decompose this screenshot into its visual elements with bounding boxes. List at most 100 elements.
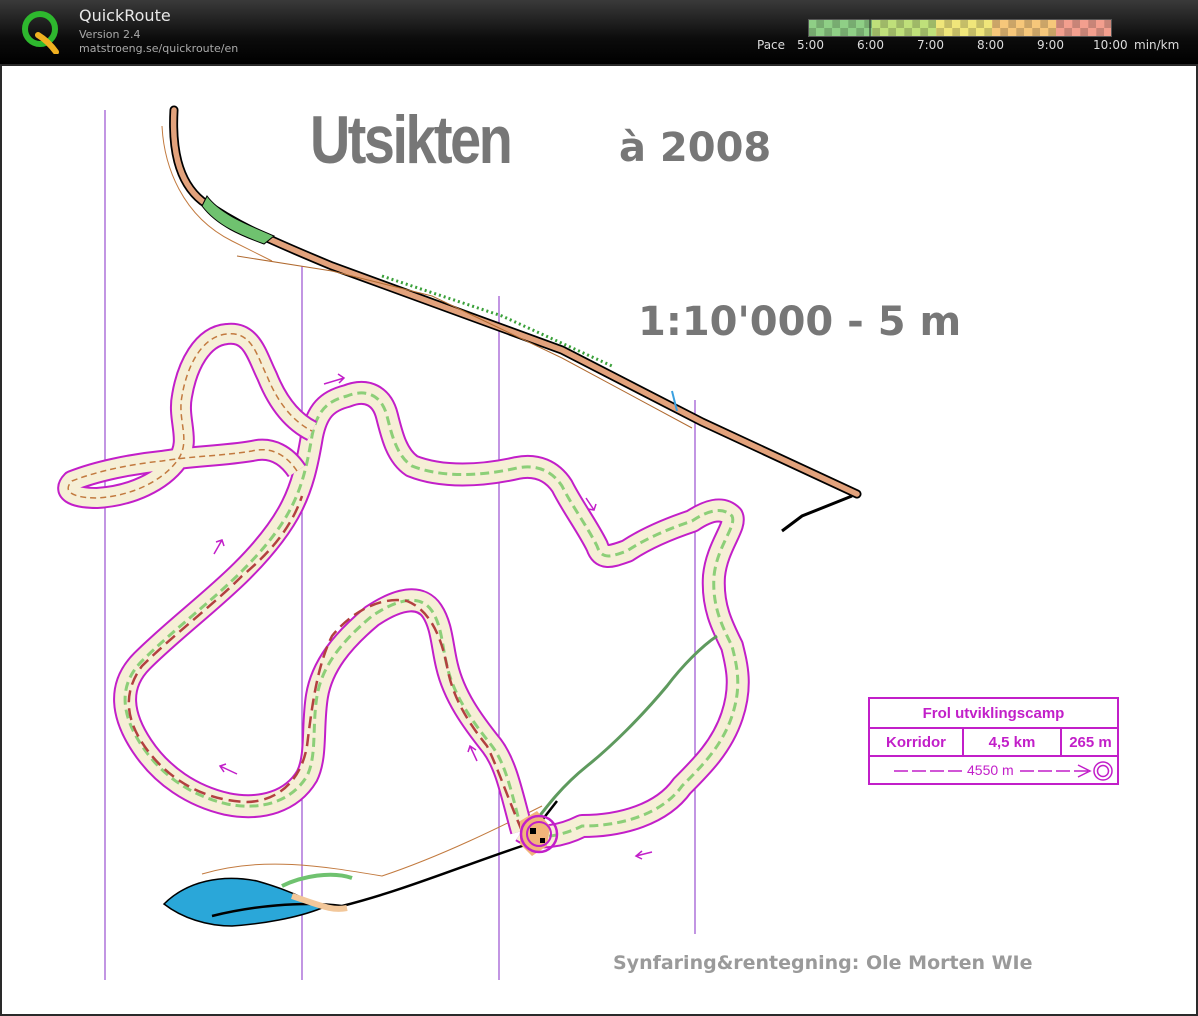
pace-scale-cell	[1056, 28, 1065, 37]
pace-scale-cell	[920, 28, 929, 37]
pace-scale-cell	[968, 19, 977, 28]
pace-scale-cell	[832, 19, 841, 28]
pace-scale-cell	[976, 28, 985, 37]
pace-scale-cell	[920, 19, 929, 28]
pace-scale-cell	[824, 28, 833, 37]
pace-scale-cell	[968, 28, 977, 37]
pace-scale-cell	[872, 28, 881, 37]
pace-scale-cell	[1072, 19, 1081, 28]
pace-scale-cell	[896, 28, 905, 37]
direction-arrow	[218, 763, 238, 775]
map-year: à 2008	[619, 125, 772, 171]
direction-arrow	[323, 373, 346, 385]
pace-label: Pace	[757, 38, 786, 52]
pace-scale-cell	[952, 19, 961, 28]
pace-scale-cell	[816, 19, 825, 28]
app-header: QuickRoute Version 2.4 matstroeng.se/qui…	[0, 0, 1198, 64]
map-credit: Synfaring&rentegning: Ole Morten WIe	[613, 952, 1033, 974]
pace-scale-cell	[960, 19, 969, 28]
pace-scale-cell	[808, 19, 817, 28]
pace-scale-cell	[888, 19, 897, 28]
pace-scale-cell	[992, 19, 1001, 28]
pace-scale-cell	[832, 28, 841, 37]
pace-tick: 5:00	[797, 38, 824, 52]
pace-scale-cell	[1032, 28, 1041, 37]
course-info-box: Frol utviklingscamp Korridor 4,5 km 265 …	[868, 697, 1119, 785]
start-finish	[519, 811, 559, 856]
pace-scale-cell	[1104, 28, 1112, 37]
pace-scale-cell	[1064, 19, 1073, 28]
pace-scale-cell	[984, 28, 993, 37]
pace-scale-cell	[936, 28, 945, 37]
pace-scale-cell	[1088, 28, 1097, 37]
quickroute-logo-icon	[22, 11, 59, 54]
pace-tick: 9:00	[1037, 38, 1064, 52]
pace-scale-cell	[1080, 19, 1089, 28]
course-class: Korridor	[870, 729, 964, 757]
map-scale: 1:10'000 - 5 m	[638, 299, 962, 345]
pace-scale-cell	[840, 19, 849, 28]
pace-scale-cell	[1024, 19, 1033, 28]
pace-tick: 7:00	[917, 38, 944, 52]
pace-scale-cell	[1056, 19, 1065, 28]
pace-scale-cell	[864, 28, 873, 37]
map-title: Utsikten	[310, 102, 513, 178]
pace-unit: min/km	[1134, 38, 1180, 52]
direction-arrow	[467, 744, 478, 762]
direction-arrow	[213, 539, 225, 555]
pace-scale-cell	[880, 28, 889, 37]
map-canvas[interactable]	[2, 66, 1196, 1014]
orienteering-map[interactable]: Utsikten à 2008 1:10'000 - 5 m Synfaring…	[2, 66, 1196, 1014]
pace-scale-cell	[1040, 28, 1049, 37]
pace-scale-cell	[824, 19, 833, 28]
pace-scale-cell	[872, 19, 881, 28]
course-legend-row: 4550 m	[870, 757, 1117, 785]
pace-scale-cell	[856, 28, 865, 37]
pace-scale-cell	[936, 19, 945, 28]
course-distance: 4550 m	[963, 762, 1018, 778]
pace-scale-cell	[952, 28, 961, 37]
course-corridor	[57, 322, 750, 849]
pace-scale-cell	[928, 19, 937, 28]
pace-scale-cell	[904, 19, 913, 28]
pace-scale-cell	[928, 28, 937, 37]
pace-scale-cell	[856, 19, 865, 28]
pace-scale-cell	[864, 19, 873, 28]
pace-scale-cell	[1088, 19, 1097, 28]
pace-scale-cell	[1080, 28, 1089, 37]
pace-scale-cell	[1032, 19, 1041, 28]
pace-scale-cell	[1048, 28, 1057, 37]
pace-scale-cell	[912, 28, 921, 37]
pace-scale-cell	[904, 28, 913, 37]
pace-scale-cell	[1008, 19, 1017, 28]
pace-scale-cell	[848, 19, 857, 28]
pace-scale-cell	[1048, 19, 1057, 28]
direction-arrow	[634, 850, 653, 860]
pace-scale-cell	[1000, 28, 1009, 37]
pace-scale-cell	[1016, 28, 1025, 37]
pace-scale-cell	[944, 28, 953, 37]
pace-scale-cell	[1064, 28, 1073, 37]
course-length: 4,5 km	[964, 729, 1062, 757]
pace-scale-cell	[840, 28, 849, 37]
pace-scale-cell	[880, 19, 889, 28]
app-version: Version 2.4	[79, 28, 141, 41]
pace-scale-cell	[808, 28, 817, 37]
pace-tick: 8:00	[977, 38, 1004, 52]
course-event-name: Frol utviklingscamp	[870, 699, 1117, 729]
lake	[162, 800, 558, 927]
pace-scale-cell	[1072, 28, 1081, 37]
pace-scale-cell	[1104, 19, 1112, 28]
pace-scale-cell	[1008, 28, 1017, 37]
pace-scale-cell	[960, 28, 969, 37]
pace-scale-cell	[976, 19, 985, 28]
pace-scale-cell	[912, 19, 921, 28]
pace-scale-cell	[848, 28, 857, 37]
app-url[interactable]: matstroeng.se/quickroute/en	[79, 42, 238, 55]
pace-scale-cell	[888, 28, 897, 37]
pace-scale-cell	[1096, 28, 1105, 37]
pace-scale-cell	[992, 28, 1001, 37]
pace-scale-cell	[896, 19, 905, 28]
pace-scale-cell	[944, 19, 953, 28]
app-name: QuickRoute	[79, 6, 171, 25]
